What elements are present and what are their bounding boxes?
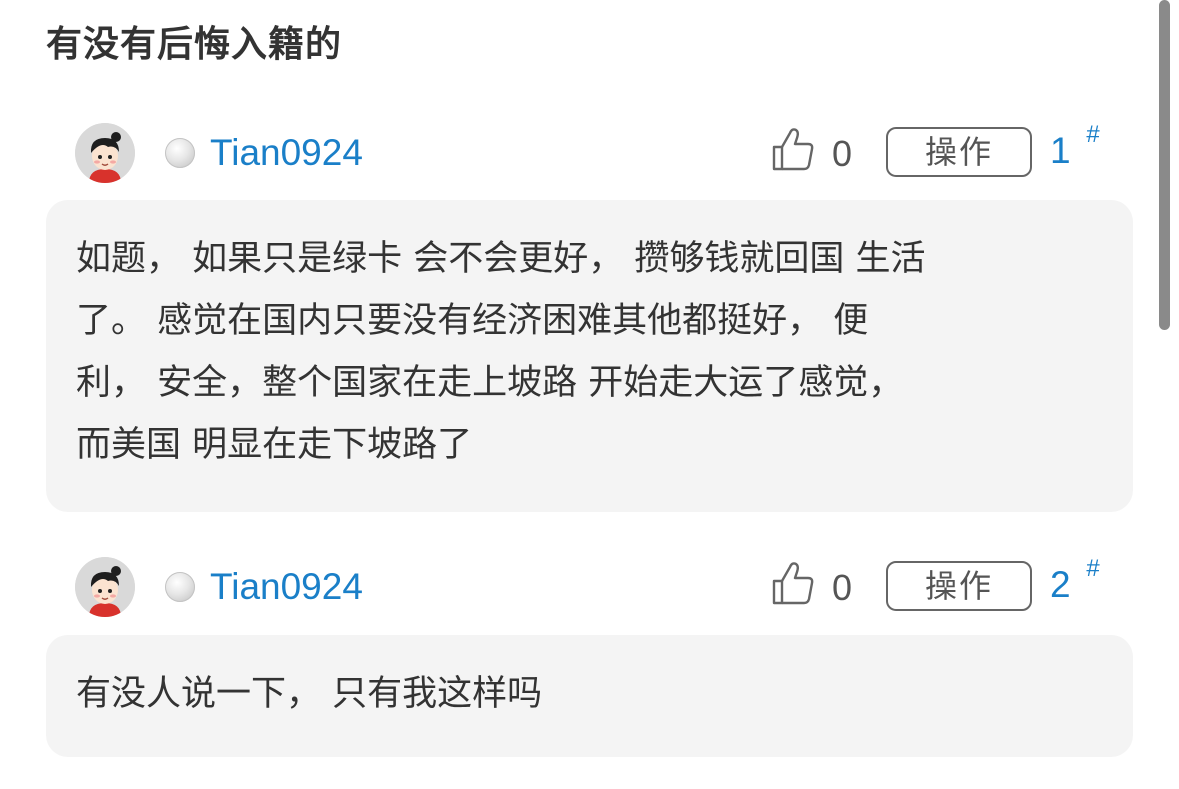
floor-number: 1 # [1050, 121, 1099, 173]
offline-status-icon [165, 572, 195, 602]
avatar[interactable] [75, 557, 135, 617]
post-content: 有没人说一下， 只有我这样吗 [46, 635, 1133, 757]
content-line: 有没人说一下， 只有我这样吗 [76, 674, 543, 714]
cartoon-avatar-icon [75, 123, 135, 183]
thumbs-up-icon[interactable] [771, 125, 815, 173]
username-link[interactable]: Tian0924 [210, 565, 363, 609]
actions-button[interactable]: 操作 [886, 127, 1032, 177]
floor-number: 2 # [1050, 555, 1099, 607]
floor-mark: # [1086, 121, 1100, 148]
actions-button[interactable]: 操作 [886, 561, 1032, 611]
like-count: 0 [832, 567, 853, 608]
offline-status-icon [165, 138, 195, 168]
post-header: Tian0924 0 操作 2 # [0, 555, 1179, 617]
content-line: 利， 安全，整个国家在走上坡路 开始走大运了感觉， [76, 363, 904, 403]
floor-number-text: 1 [1050, 130, 1071, 171]
avatar[interactable] [75, 123, 135, 183]
like-count: 0 [832, 133, 853, 174]
cartoon-avatar-icon [75, 557, 135, 617]
thumbs-up-icon[interactable] [771, 559, 815, 607]
content-line: 如题， 如果只是绿卡 会不会更好， 攒够钱就回国 生活 [76, 239, 926, 279]
post-header: Tian0924 0 操作 1 # [0, 121, 1179, 183]
post-content: 如题， 如果只是绿卡 会不会更好， 攒够钱就回国 生活 了。 感觉在国内只要没有… [46, 200, 1133, 512]
floor-mark: # [1086, 555, 1100, 582]
username-link[interactable]: Tian0924 [210, 131, 363, 175]
content-line: 而美国 明显在走下坡路了 [76, 425, 473, 465]
content-line: 了。 感觉在国内只要没有经济困难其他都挺好， 便 [76, 301, 869, 341]
floor-number-text: 2 [1050, 564, 1071, 605]
thread-title: 有没有后悔入籍的 [46, 24, 343, 65]
